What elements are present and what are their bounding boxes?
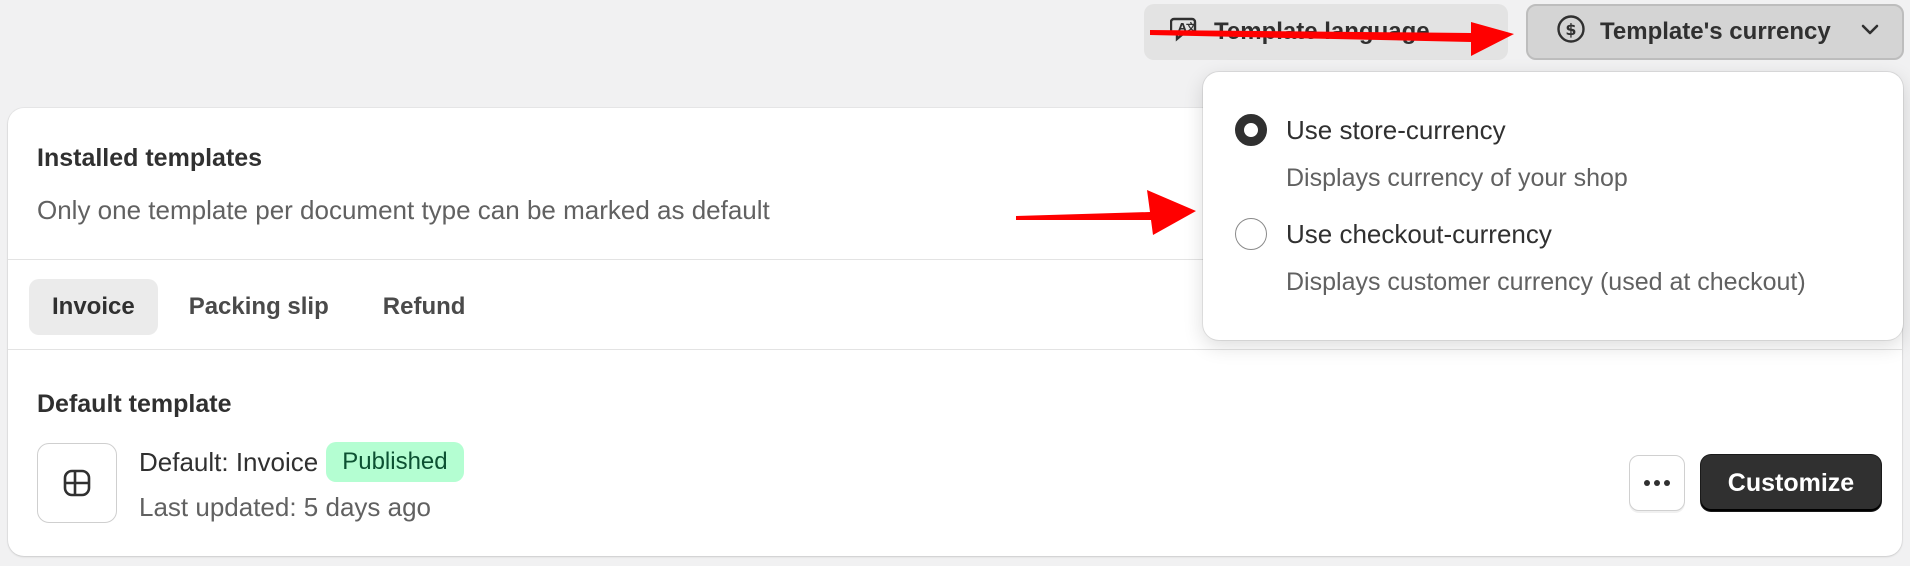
- more-horizontal-icon: [1643, 474, 1671, 492]
- option-description: Displays currency of your shop: [1286, 164, 1628, 192]
- card-header: Installed templates Only one template pe…: [37, 144, 770, 226]
- option-store-currency[interactable]: Use store-currency: [1235, 114, 1506, 146]
- option-label: Use store-currency: [1286, 114, 1506, 145]
- template-last-updated: Last updated: 5 days ago: [139, 492, 432, 522]
- option-checkout-currency[interactable]: Use checkout-currency: [1235, 218, 1552, 250]
- customize-button[interactable]: Customize: [1701, 455, 1881, 511]
- document-type-tabs: Invoice Packing slip Refund: [29, 279, 488, 335]
- card-subtitle: Only one template per document type can …: [37, 195, 770, 225]
- template-layout-icon: [37, 443, 117, 523]
- tab-invoice[interactable]: Invoice: [29, 279, 158, 335]
- section-title: Default template: [37, 390, 232, 418]
- currency-dropdown: Use store-currency Displays currency of …: [1203, 72, 1903, 340]
- radio-checked-icon[interactable]: [1235, 114, 1267, 146]
- radio-unchecked-icon[interactable]: [1235, 218, 1267, 250]
- tabs-divider: [8, 349, 1902, 350]
- option-label: Use checkout-currency: [1286, 218, 1552, 249]
- template-language-label: Template language: [1214, 18, 1430, 45]
- svg-text:文: 文: [1186, 21, 1197, 34]
- template-language-button[interactable]: A 文 Template language: [1144, 4, 1508, 60]
- tab-refund[interactable]: Refund: [360, 279, 489, 335]
- more-actions-button[interactable]: [1629, 455, 1685, 511]
- option-description: Displays customer currency (used at chec…: [1286, 268, 1806, 296]
- card-title: Installed templates: [37, 144, 263, 172]
- chevron-down-icon: [1859, 18, 1881, 47]
- template-currency-label: Template's currency: [1600, 18, 1831, 45]
- template-name: Default: Invoice: [139, 446, 319, 477]
- template-name-row: Default: Invoice Published: [139, 442, 464, 482]
- status-badge: Published: [326, 442, 464, 482]
- app-root: A 文 Template language $ Template's curre…: [0, 0, 1910, 566]
- dollar-circle-icon: $: [1556, 14, 1586, 51]
- template-currency-button[interactable]: $ Template's currency: [1526, 4, 1904, 60]
- translate-icon: A 文: [1169, 13, 1202, 52]
- tab-packing-slip[interactable]: Packing slip: [166, 279, 352, 335]
- svg-text:$: $: [1565, 20, 1576, 39]
